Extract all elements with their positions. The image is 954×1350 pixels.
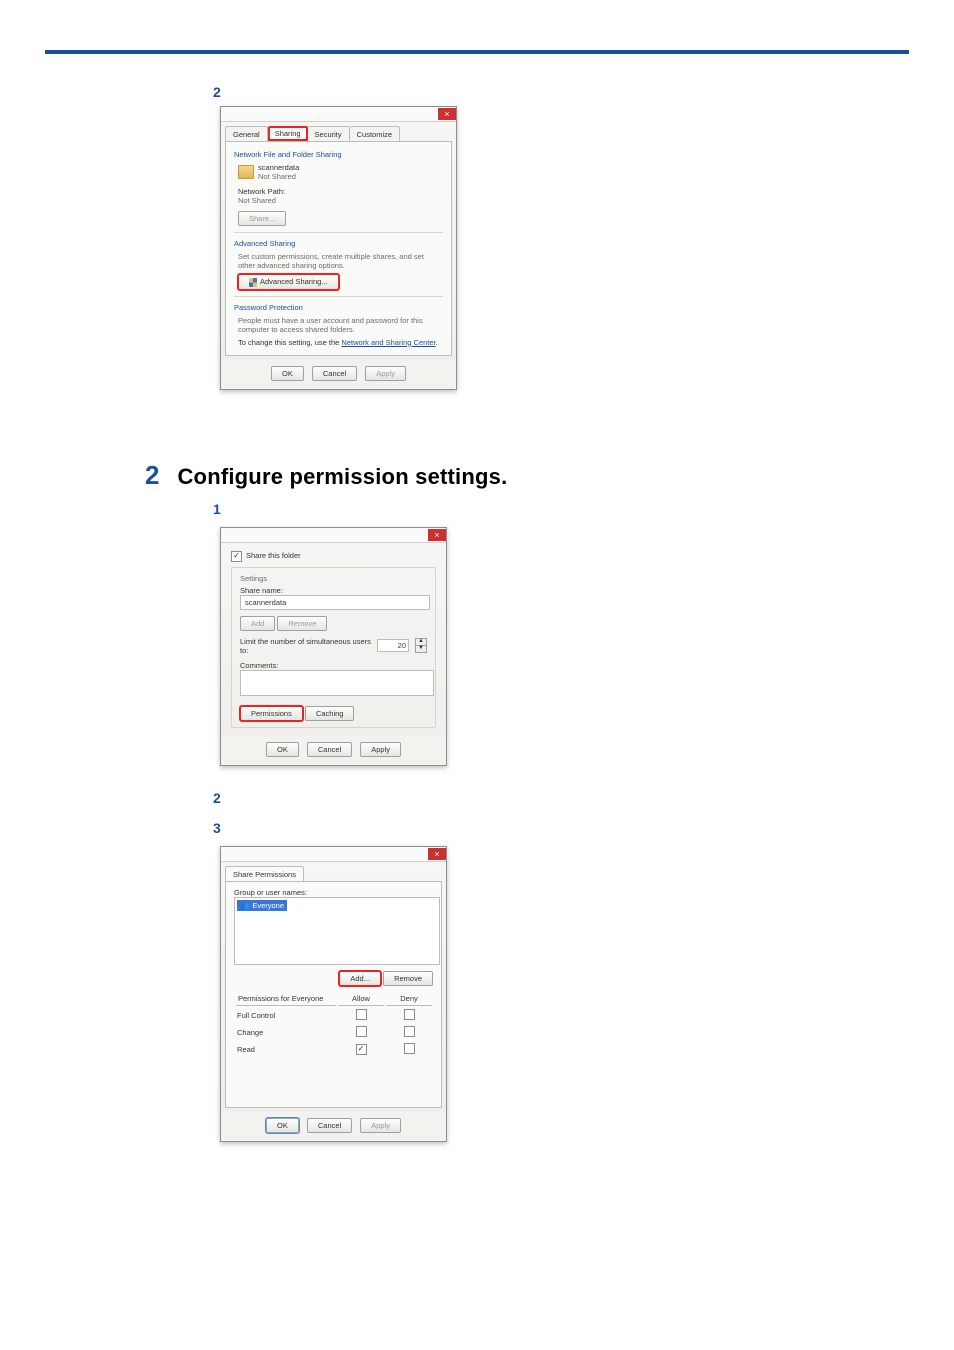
group-user-label: Group or user names:: [234, 888, 433, 897]
deny-full-checkbox[interactable]: [404, 1009, 415, 1020]
spinner-down-icon[interactable]: ▼: [415, 646, 427, 653]
substep-2-marker: 2: [213, 84, 894, 100]
password-change-prefix: To change this setting, use the: [238, 338, 341, 347]
folder-status: Not Shared: [258, 172, 299, 181]
permissions-button[interactable]: Permissions: [240, 706, 303, 721]
comments-field[interactable]: [240, 670, 434, 696]
tab-security[interactable]: Security: [308, 126, 350, 141]
tab-share-permissions[interactable]: Share Permissions: [225, 866, 304, 881]
share-folder-label: Share this folder: [246, 551, 301, 560]
properties-dialog: × General Sharing Security Customize Net…: [220, 106, 457, 390]
comments-label: Comments:: [240, 661, 427, 670]
tab-strip: General Sharing Security Customize: [221, 122, 456, 141]
cancel-button[interactable]: Cancel: [307, 1118, 352, 1133]
share-folder-checkbox[interactable]: [231, 551, 242, 562]
close-icon[interactable]: ×: [428, 848, 446, 860]
limit-label: Limit the number of simultaneous users t…: [240, 637, 371, 655]
table-row: Full Control: [236, 1008, 432, 1023]
section-network-sharing: Network File and Folder Sharing: [234, 150, 443, 159]
group-user-list[interactable]: 👥Everyone: [234, 897, 440, 965]
section-password-protection: Password Protection: [234, 303, 443, 312]
folder-icon: [238, 165, 254, 179]
share-button[interactable]: Share...: [238, 211, 286, 226]
network-path-value: Not Shared: [238, 196, 443, 205]
table-row: Change: [236, 1025, 432, 1040]
permissions-dialog: × Share Permissions Group or user names:…: [220, 846, 447, 1142]
dialog-titlebar: ×: [221, 847, 446, 862]
tab-body: Network File and Folder Sharing scannerd…: [225, 141, 452, 356]
share-name-field[interactable]: scannerdata: [240, 595, 430, 610]
substep-1-marker: 1: [213, 501, 894, 517]
tab-customize[interactable]: Customize: [350, 126, 400, 141]
tab-body: Group or user names: 👥Everyone Add... Re…: [225, 881, 442, 1108]
allow-change-checkbox[interactable]: [356, 1026, 367, 1037]
dialog-titlebar: ×: [221, 528, 446, 543]
close-icon[interactable]: ×: [428, 529, 446, 541]
perm-read: Read: [236, 1042, 336, 1057]
allow-full-checkbox[interactable]: [356, 1009, 367, 1020]
dialog-button-row: OK Cancel Apply: [221, 736, 446, 765]
permissions-table: Permissions for Everyone Allow Deny Full…: [234, 992, 434, 1059]
allow-read-checkbox[interactable]: [356, 1044, 367, 1055]
ok-button[interactable]: OK: [266, 742, 299, 757]
limit-spinner[interactable]: 20: [377, 639, 409, 652]
tab-strip: Share Permissions: [221, 862, 446, 881]
advanced-sharing-dialog: × Share this folder Settings Share name:…: [220, 527, 447, 766]
big-step-title: Configure permission settings.: [177, 464, 507, 490]
dialog-button-row: OK Cancel Apply: [221, 360, 456, 389]
close-icon[interactable]: ×: [438, 108, 456, 120]
share-this-folder-row: Share this folder: [231, 551, 436, 562]
apply-button[interactable]: Apply: [360, 1118, 401, 1133]
big-step-number: 2: [145, 460, 159, 491]
network-path-label: Network Path:: [238, 187, 443, 196]
dialog-button-row: OK Cancel Apply: [221, 1112, 446, 1141]
dialog-titlebar: ×: [221, 107, 456, 122]
add-user-button[interactable]: Add...: [339, 971, 381, 986]
list-item-everyone[interactable]: 👥Everyone: [237, 900, 287, 911]
tab-general[interactable]: General: [225, 126, 268, 141]
apply-button[interactable]: Apply: [360, 742, 401, 757]
remove-share-button[interactable]: Remove: [277, 616, 327, 631]
shield-icon: [249, 278, 257, 287]
cancel-button[interactable]: Cancel: [307, 742, 352, 757]
apply-button[interactable]: Apply: [365, 366, 406, 381]
perm-change: Change: [236, 1025, 336, 1040]
allow-header: Allow: [338, 994, 384, 1006]
advanced-desc: Set custom permissions, create multiple …: [238, 252, 443, 270]
substep-3-marker: 3: [213, 820, 894, 836]
add-share-button[interactable]: Add: [240, 616, 275, 631]
content-area: 2 × General Sharing Security Customize N…: [0, 54, 954, 1222]
deny-read-checkbox[interactable]: [404, 1043, 415, 1054]
network-sharing-center-link[interactable]: Network and Sharing Center: [341, 338, 435, 347]
deny-change-checkbox[interactable]: [404, 1026, 415, 1037]
caching-button[interactable]: Caching: [305, 706, 355, 721]
cancel-button[interactable]: Cancel: [312, 366, 357, 381]
section-advanced-sharing: Advanced Sharing: [234, 239, 443, 248]
tab-sharing[interactable]: Sharing: [268, 126, 308, 141]
password-desc: People must have a user account and pass…: [238, 316, 443, 334]
advanced-sharing-label: Advanced Sharing...: [260, 277, 328, 286]
perm-full-control: Full Control: [236, 1008, 336, 1023]
users-icon: 👥: [240, 901, 249, 910]
settings-label: Settings: [240, 574, 427, 583]
ok-button[interactable]: OK: [271, 366, 304, 381]
folder-name: scannerdata: [258, 163, 299, 172]
share-name-label: Share name:: [240, 586, 427, 595]
perm-for-header: Permissions for Everyone: [236, 994, 336, 1006]
deny-header: Deny: [386, 994, 432, 1006]
advanced-sharing-button[interactable]: Advanced Sharing...: [238, 274, 339, 290]
ok-button[interactable]: OK: [266, 1118, 299, 1133]
substep-2-marker: 2: [213, 790, 894, 806]
remove-user-button[interactable]: Remove: [383, 971, 433, 986]
table-row: Read: [236, 1042, 432, 1057]
